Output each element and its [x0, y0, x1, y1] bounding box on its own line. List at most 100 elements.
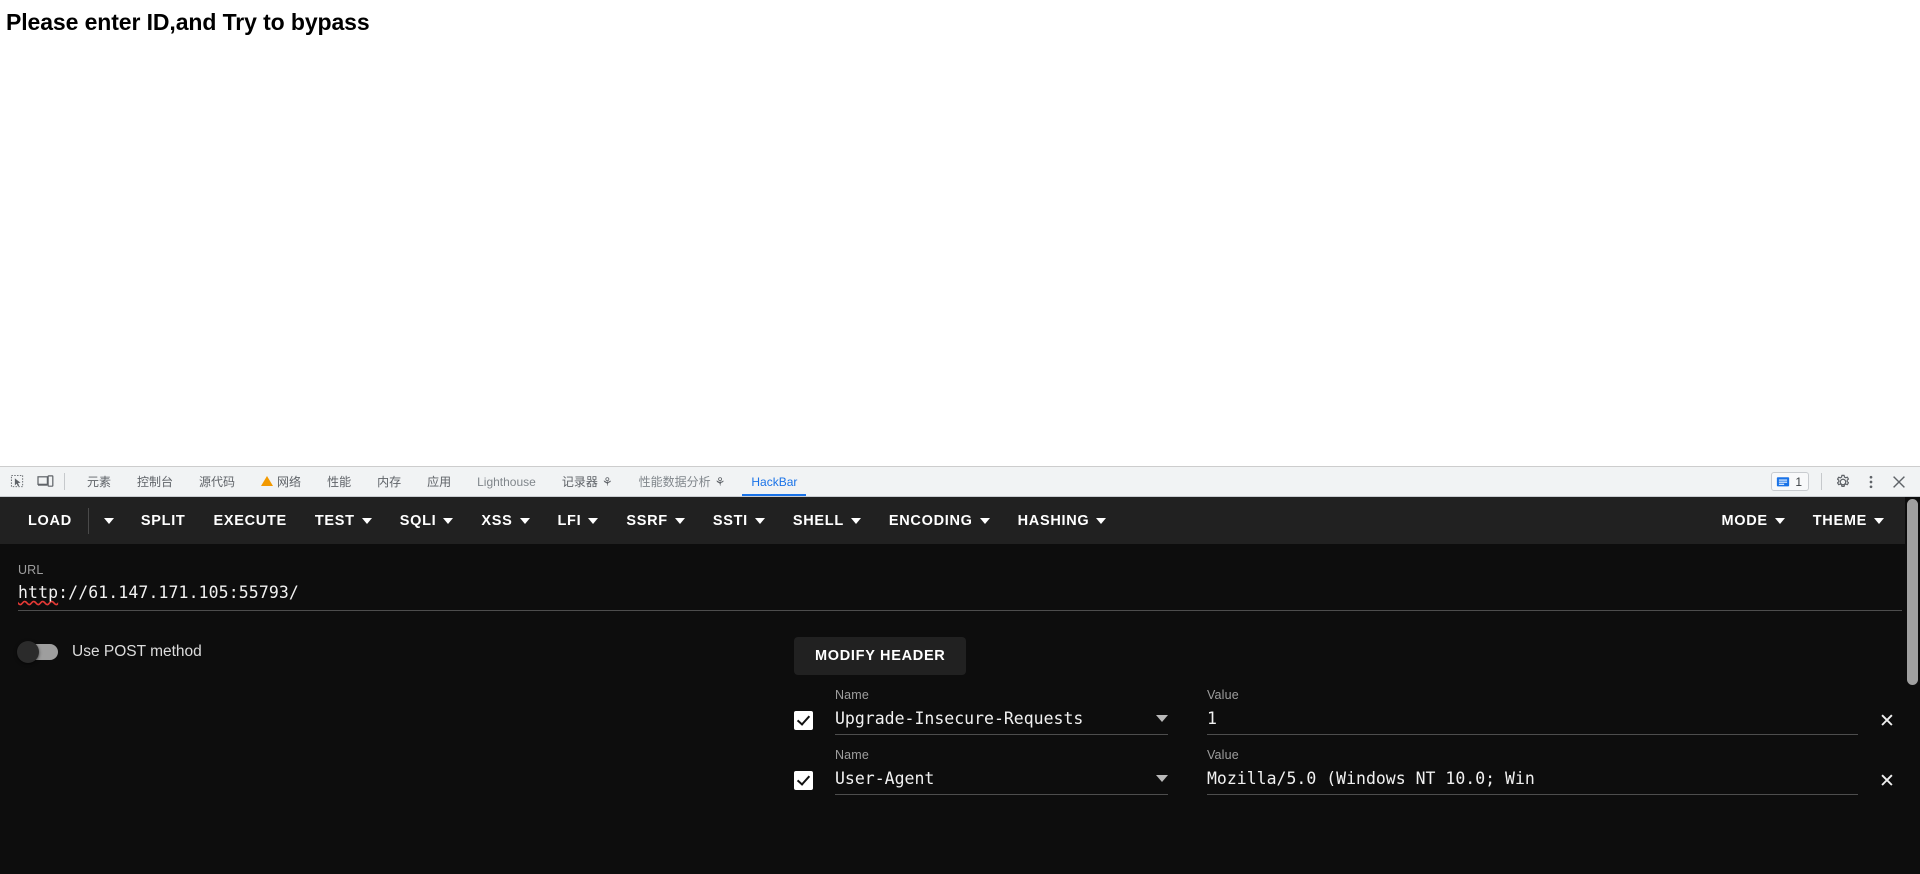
warning-triangle-icon	[261, 475, 274, 486]
tab-lighthouse[interactable]: Lighthouse	[464, 467, 549, 496]
lfi-menu[interactable]: LFI	[544, 507, 613, 535]
devtools-tab-bar: 元素 控制台 源代码 网络 性能 内存 应用 Lighthouse 记录器 ⚘ …	[0, 466, 1920, 497]
url-value[interactable]: http://61.147.171.105:55793/	[18, 583, 299, 602]
header-value-label: Value	[1207, 748, 1239, 762]
tab-console[interactable]: 控制台	[124, 467, 186, 496]
header-row: Name Upgrade-Insecure-Requests Value 1 ✕	[794, 688, 1902, 735]
scrollbar-thumb[interactable]	[1907, 499, 1918, 685]
tab-label: 源代码	[199, 475, 236, 489]
split-button[interactable]: SPLIT	[127, 507, 200, 535]
tab-label: 控制台	[137, 475, 174, 489]
header-value-label: Value	[1207, 688, 1239, 702]
shell-menu[interactable]: SHELL	[779, 507, 875, 535]
header-value-text: 1	[1207, 709, 1217, 728]
execute-button[interactable]: EXECUTE	[199, 507, 300, 535]
test-label: TEST	[314, 512, 355, 529]
theme-label: THEME	[1812, 512, 1867, 529]
flask-icon: ⚘	[714, 474, 726, 489]
hashing-menu[interactable]: HASHING	[1004, 507, 1121, 535]
xss-menu[interactable]: XSS	[467, 507, 543, 535]
header-value-cell: Value 1	[1207, 688, 1858, 735]
header-name-label: Name	[835, 688, 869, 702]
encoding-menu[interactable]: ENCODING	[875, 507, 1004, 535]
hackbar-scrollbar[interactable]	[1905, 497, 1920, 874]
message-count: 1	[1795, 474, 1802, 489]
header-name-cell: Name User-Agent	[835, 748, 1168, 795]
tab-network[interactable]: 网络	[248, 467, 314, 496]
ssrf-menu[interactable]: SSRF	[612, 507, 698, 535]
header-name-field[interactable]: User-Agent	[835, 769, 1168, 795]
execute-label: EXECUTE	[213, 512, 287, 529]
tab-memory[interactable]: 内存	[364, 467, 414, 496]
tab-label: Lighthouse	[477, 474, 536, 489]
hackbar-toolbar: LOAD SPLIT EXECUTE TEST SQLI XSS LFI SSR…	[0, 497, 1920, 544]
tab-label: 应用	[427, 475, 452, 489]
device-toolbar-icon[interactable]	[34, 471, 56, 493]
tab-recorder[interactable]: 记录器 ⚘	[549, 467, 626, 496]
post-method-toggle-group[interactable]: Use POST method	[17, 637, 794, 663]
header-value-field[interactable]: Mozilla/5.0 (Windows NT 10.0; Win	[1207, 769, 1858, 795]
chevron-down-icon	[850, 517, 861, 524]
theme-menu[interactable]: THEME	[1799, 507, 1898, 535]
page-title: Please enter ID,and Try to bypass	[6, 9, 370, 35]
remove-header-icon[interactable]: ✕	[1872, 712, 1902, 735]
sqli-menu[interactable]: SQLI	[386, 507, 468, 535]
devtools-left-icons	[0, 467, 74, 496]
modify-header-button[interactable]: MODIFY HEADER	[794, 637, 967, 675]
chevron-down-icon	[361, 517, 372, 524]
chevron-down-icon[interactable]	[1156, 775, 1168, 782]
tab-label: 性能	[327, 475, 352, 489]
url-input-row[interactable]: http://61.147.171.105:55793/	[18, 583, 1902, 611]
header-value-field[interactable]: 1	[1207, 709, 1858, 735]
chevron-down-icon	[754, 517, 765, 524]
load-label: LOAD	[28, 512, 72, 529]
chevron-down-icon[interactable]	[1156, 715, 1168, 722]
remove-header-icon[interactable]: ✕	[1872, 772, 1902, 795]
devtools-right-controls: 1	[1771, 467, 1920, 496]
tab-label: 元素	[87, 475, 112, 489]
tab-performance-insights[interactable]: 性能数据分析 ⚘	[626, 467, 739, 496]
header-enable-checkbox[interactable]	[794, 711, 813, 730]
header-name-field[interactable]: Upgrade-Insecure-Requests	[835, 709, 1168, 735]
shell-label: SHELL	[792, 512, 844, 529]
tab-application[interactable]: 应用	[414, 467, 464, 496]
header-name-value: User-Agent	[835, 769, 935, 788]
xss-label: XSS	[481, 512, 513, 529]
close-icon[interactable]	[1886, 469, 1912, 495]
load-button[interactable]: LOAD	[18, 507, 86, 535]
url-rest: ://61.147.171.105:55793/	[58, 583, 299, 602]
ssti-label: SSTI	[712, 512, 748, 529]
toolbar-divider	[64, 473, 65, 490]
tab-performance[interactable]: 性能	[314, 467, 364, 496]
mode-menu[interactable]: MODE	[1707, 507, 1798, 535]
chevron-down-icon	[979, 517, 990, 524]
kebab-menu-icon[interactable]	[1858, 469, 1884, 495]
lfi-label: LFI	[557, 512, 582, 529]
inspect-element-icon[interactable]	[6, 471, 28, 493]
tab-hackbar[interactable]: HackBar	[738, 467, 810, 496]
url-scheme: http	[18, 583, 59, 602]
load-dropdown-button[interactable]	[91, 512, 127, 530]
tab-sources[interactable]: 源代码	[186, 467, 248, 496]
header-name-cell: Name Upgrade-Insecure-Requests	[835, 688, 1168, 735]
gear-icon[interactable]	[1830, 469, 1856, 495]
devtools-tabs: 元素 控制台 源代码 网络 性能 内存 应用 Lighthouse 记录器 ⚘ …	[74, 467, 1771, 496]
header-value-cell: Value Mozilla/5.0 (Windows NT 10.0; Win	[1207, 748, 1858, 795]
header-value-text: Mozilla/5.0 (Windows NT 10.0; Win	[1207, 769, 1535, 788]
hackbar-menu: LOAD SPLIT EXECUTE TEST SQLI XSS LFI SSR…	[18, 507, 1120, 535]
ssrf-label: SSRF	[626, 512, 668, 529]
tab-label: 记录器	[561, 475, 598, 489]
chevron-down-icon	[103, 517, 114, 524]
header-enable-checkbox[interactable]	[794, 771, 813, 790]
message-icon	[1777, 476, 1790, 486]
ssti-menu[interactable]: SSTI	[699, 507, 779, 535]
chevron-down-icon	[1774, 517, 1785, 524]
header-row: Name User-Agent Value Mozilla/5.0 (Windo…	[794, 748, 1902, 795]
test-menu[interactable]: TEST	[301, 507, 386, 535]
screen-root: Please enter ID,and Try to bypass 元素 控制台…	[0, 0, 1920, 874]
sqli-label: SQLI	[399, 512, 437, 529]
post-method-toggle[interactable]	[17, 641, 58, 663]
message-count-badge[interactable]: 1	[1771, 472, 1809, 491]
web-page-content: Please enter ID,and Try to bypass	[0, 0, 1920, 466]
tab-elements[interactable]: 元素	[74, 467, 124, 496]
